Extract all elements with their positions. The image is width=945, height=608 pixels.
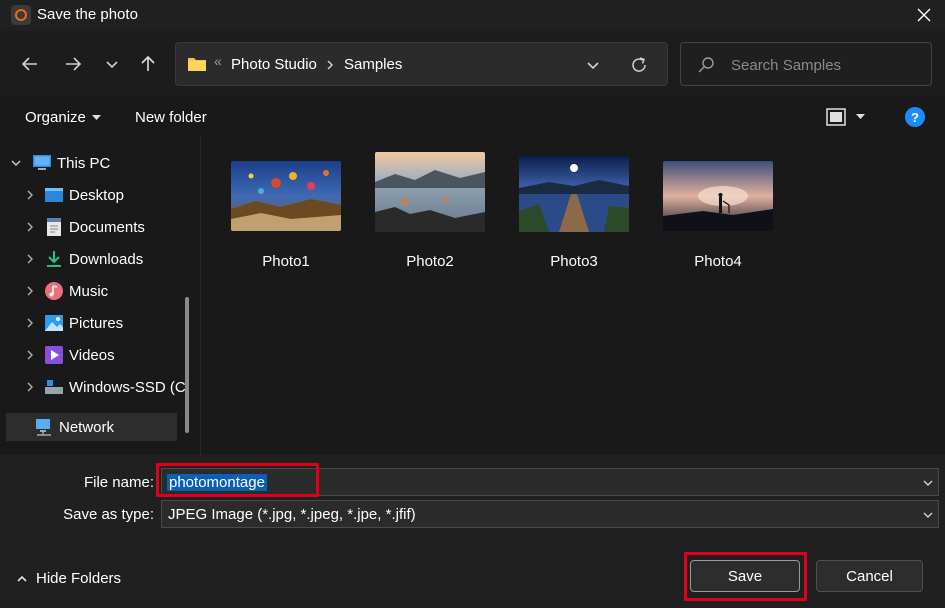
tree-label: Videos: [69, 346, 115, 364]
folder-icon: [188, 58, 206, 71]
file-list: Photo1 Photo2 Photo3 Photo4: [200, 137, 945, 455]
tree-item-downloads[interactable]: Downloads: [24, 243, 143, 275]
tree-label: Downloads: [69, 250, 144, 268]
arrow-right-icon: [66, 57, 82, 71]
tree-item-windows-ssd[interactable]: Windows-SSD (C: [24, 371, 186, 403]
refresh-button[interactable]: [628, 54, 650, 76]
pictures-icon: [45, 315, 63, 331]
tree-label: Desktop: [69, 186, 125, 204]
photo3-thumbnail: [519, 156, 629, 232]
chevron-down-icon: [923, 480, 933, 486]
tree-item-documents[interactable]: Documents: [24, 211, 145, 243]
desktop-icon: [45, 188, 63, 202]
search-box[interactable]: Search Samples: [680, 42, 932, 86]
videos-icon: [45, 346, 63, 364]
chevron-down-icon: [106, 61, 118, 69]
music-icon: [45, 282, 63, 300]
file-item-photo3[interactable]: Photo3: [504, 147, 644, 277]
nav-scrollbar-thumb[interactable]: [185, 297, 189, 433]
search-icon: [698, 57, 714, 73]
documents-icon: [47, 218, 61, 236]
hide-folders-label: Hide Folders: [36, 570, 122, 587]
refresh-icon: [632, 57, 646, 72]
navigation-pane: This PC Desktop Documents Downloads Musi…: [0, 137, 200, 455]
tree-item-network[interactable]: Network: [6, 413, 177, 441]
file-item-photo2[interactable]: Photo2: [360, 147, 500, 277]
file-name-label: Photo2: [406, 253, 454, 270]
tree-item-network-content: Network: [34, 411, 114, 443]
app-icon: [11, 5, 31, 25]
chevron-down-icon: [923, 512, 933, 518]
window-title: Save the photo: [37, 6, 138, 23]
address-bar[interactable]: « Photo Studio Samples: [175, 42, 668, 86]
address-history-button[interactable]: [581, 55, 605, 75]
chevron-right-icon: [27, 286, 33, 296]
new-folder-button[interactable]: New folder: [135, 109, 207, 126]
arrow-left-icon: [21, 57, 37, 71]
photo2-thumbnail: [375, 152, 485, 232]
photo4-thumbnail: [663, 161, 773, 231]
file-name-label: Photo4: [694, 253, 742, 270]
view-icon: [826, 108, 846, 126]
help-icon[interactable]: ?: [905, 107, 925, 127]
breadcrumb-samples[interactable]: Samples: [344, 56, 402, 73]
tree-item-this-pc[interactable]: This PC: [10, 147, 110, 179]
tree-label: Music: [69, 282, 109, 300]
forward-button[interactable]: [57, 48, 89, 80]
organize-button[interactable]: Organize: [25, 109, 101, 126]
tree-item-pictures[interactable]: Pictures: [24, 307, 123, 339]
tree-item-videos[interactable]: Videos: [24, 339, 115, 371]
download-icon: [47, 251, 61, 267]
save-as-type-select[interactable]: JPEG Image (*.jpg, *.jpeg, *.jpe, *.jfif…: [161, 500, 939, 528]
cancel-button[interactable]: Cancel: [816, 560, 923, 592]
close-icon: [917, 8, 931, 22]
chevron-right-icon: [27, 350, 33, 360]
file-item-photo1[interactable]: Photo1: [216, 147, 356, 277]
organize-label: Organize: [25, 109, 86, 126]
up-button[interactable]: [132, 48, 164, 80]
tree-item-music[interactable]: Music: [24, 275, 108, 307]
tree-label: Network: [59, 418, 115, 436]
network-icon: [36, 419, 51, 436]
caret-down-icon: [91, 114, 101, 120]
chevron-right-icon: [27, 222, 33, 232]
tree-label: Windows-SSD (C: [69, 378, 186, 396]
back-button[interactable]: [14, 48, 46, 80]
file-item-photo4[interactable]: Photo4: [648, 147, 788, 277]
breadcrumb-overflow[interactable]: «: [214, 53, 222, 69]
title-bar: Save the photo: [0, 0, 945, 31]
drive-icon: [45, 380, 63, 394]
chevron-up-icon: [17, 575, 27, 582]
caret-down-icon: [856, 114, 865, 119]
save-as-type-label: Save as type:: [63, 506, 154, 523]
view-options-button[interactable]: [826, 106, 872, 128]
computer-icon: [33, 155, 51, 170]
search-input[interactable]: Search Samples: [731, 57, 841, 74]
breadcrumb-photo-studio[interactable]: Photo Studio: [231, 56, 317, 73]
chevron-right-icon: [27, 190, 33, 200]
tree-item-desktop[interactable]: Desktop: [24, 179, 124, 211]
arrow-up-icon: [141, 55, 155, 71]
file-name-label: Photo3: [550, 253, 598, 270]
hide-folders-button[interactable]: Hide Folders: [16, 570, 121, 587]
chevron-down-icon: [11, 160, 21, 166]
close-button[interactable]: [908, 2, 940, 28]
highlight-file-name: [156, 463, 319, 497]
tree-label: Pictures: [69, 314, 124, 332]
recent-locations-button[interactable]: [96, 48, 128, 80]
highlight-save-button: [684, 552, 807, 601]
command-bar: Organize New folder ?: [0, 97, 945, 137]
chevron-right-icon: [27, 318, 33, 328]
photo1-thumbnail: [231, 161, 341, 231]
file-name-label: Photo1: [262, 253, 310, 270]
tree-label: This PC: [57, 154, 111, 172]
chevron-down-icon: [587, 62, 599, 70]
tree-label: Documents: [69, 218, 145, 236]
save-as-type-value: JPEG Image (*.jpg, *.jpeg, *.jpe, *.jfif…: [168, 505, 416, 523]
file-name-label: File name:: [83, 474, 154, 491]
chevron-right-icon: [27, 382, 33, 392]
chevron-right-icon: [327, 60, 334, 70]
chevron-right-icon: [27, 254, 33, 264]
